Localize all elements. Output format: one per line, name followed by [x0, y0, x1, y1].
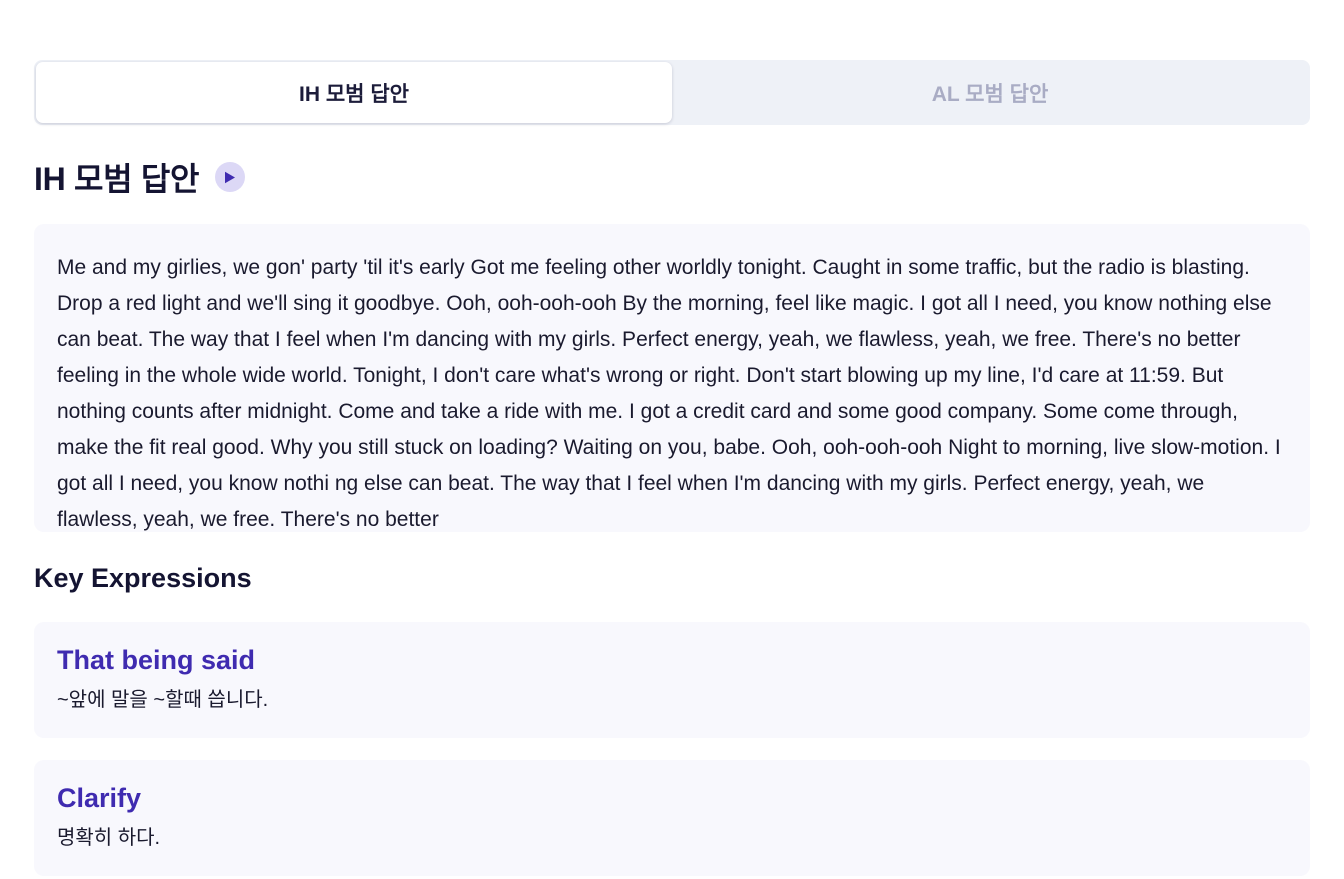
expression-term: That being said: [57, 645, 256, 675]
answer-header: IH 모범 답안: [34, 154, 246, 200]
tab-ih-answer[interactable]: IH 모범 답안: [36, 62, 672, 123]
play-icon: [225, 171, 236, 183]
expression-card: That being said ~앞에 말을 ~할때 씁니다.: [34, 622, 1310, 738]
play-button[interactable]: [215, 162, 246, 192]
answer-title: IH 모범 답안: [34, 161, 200, 197]
answer-text-box[interactable]: Me and my girlies, we gon' party 'til it…: [34, 224, 1310, 532]
expression-meaning: ~앞에 말을 ~할때 씁니다.: [57, 689, 269, 711]
expression-term: Clarify: [57, 783, 142, 813]
answer-text: Me and my girlies, we gon' party 'til it…: [57, 256, 1281, 531]
key-expressions-title: Key Expressions: [34, 563, 252, 593]
page: IH 모범 답안 AL 모범 답안 IH 모범 답안 Me and my gir…: [0, 0, 1344, 879]
answer-tabs: IH 모범 답안 AL 모범 답안: [34, 60, 1310, 125]
expression-meaning: 명확히 하다.: [57, 827, 161, 849]
expression-card: Clarify 명확히 하다.: [34, 760, 1310, 876]
tab-al-answer[interactable]: AL 모범 답안: [672, 62, 1308, 123]
